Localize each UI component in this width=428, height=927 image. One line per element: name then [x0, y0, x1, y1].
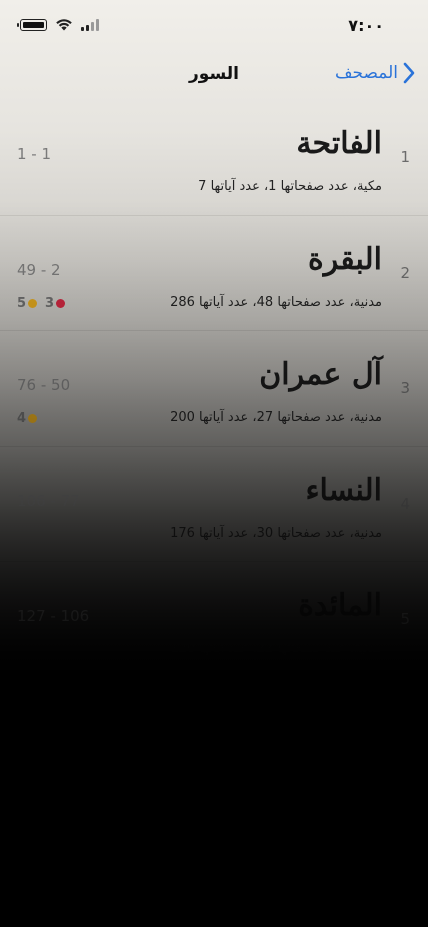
surah-name: الفاتحة — [296, 126, 383, 161]
surah-number: 4 — [400, 494, 410, 513]
surah-description: مدنية، عدد صفحاتها 27، عدد آياتها 200 — [170, 410, 382, 425]
chevron-right-icon — [403, 62, 415, 84]
signal-icon — [81, 18, 99, 31]
surah-page-range: 1 - 1 — [17, 145, 52, 163]
bookmark-badge[interactable]: 5 — [17, 295, 38, 311]
bookmark-count: 3 — [45, 295, 55, 311]
surah-page-range: 76 - 50 — [17, 376, 71, 394]
gold-dot-icon — [28, 414, 38, 423]
surah-number: 1 — [400, 148, 410, 166]
red-dot-icon — [56, 298, 66, 308]
surah-description: مدنية، عدد صفحاتها 30، عدد آياتها 176 — [170, 525, 382, 541]
surah-name: البقرة — [308, 241, 383, 277]
status-time: ٧:٠٠ — [348, 16, 384, 35]
nav-bar: السور المصحف — [0, 58, 428, 94]
status-icons — [17, 18, 99, 31]
back-button[interactable]: المصحف — [335, 62, 416, 84]
surah-page-range: 49 - 2 — [17, 260, 61, 279]
status-bar: ٧:٠٠ — [0, 14, 428, 40]
bookmark-badge[interactable]: 4 — [17, 411, 38, 426]
surah-row[interactable]: 3 آل عمران مدنية، عدد صفحاتها 27، عدد آي… — [0, 331, 428, 447]
surah-number: 3 — [400, 379, 410, 397]
surah-row[interactable]: 1 الفاتحة مكية، عدد صفحاتها 1، عدد آياته… — [0, 100, 428, 216]
bookmark-count: 4 — [17, 411, 27, 426]
surah-name: المائدة — [298, 588, 383, 623]
surah-description: مدنية، عدد صفحاتها 48، عدد آياتها 286 — [170, 294, 382, 310]
screen: ٧:٠٠ السور المصحف 1 الفاتحة مكية، عدد صف… — [0, 0, 428, 927]
surah-row[interactable]: 4 النساء مدنية، عدد صفحاتها 30، عدد آيات… — [0, 447, 428, 562]
bookmark-count: 5 — [17, 295, 27, 311]
surah-name: النساء — [305, 472, 383, 508]
gold-dot-icon — [28, 298, 38, 308]
surah-row[interactable]: 2 البقرة مدنية، عدد صفحاتها 48، عدد آيات… — [0, 216, 428, 331]
back-button-label: المصحف — [334, 63, 398, 83]
surah-number: 2 — [400, 263, 410, 282]
bookmark-badges: 5 3 — [17, 295, 66, 311]
surah-row[interactable]: 5 المائدة مدنية، عدد صفحاتها 22، عدد آيا… — [0, 562, 428, 678]
surah-name: آل عمران — [259, 357, 383, 392]
surah-page-range: 106 - 77 — [17, 491, 80, 510]
wifi-icon — [56, 19, 72, 31]
surah-page-range: 127 - 106 — [17, 607, 90, 625]
battery-icon — [17, 18, 47, 31]
surah-description: مكية، عدد صفحاتها 1، عدد آياتها 7 — [198, 179, 382, 194]
surah-list: 1 الفاتحة مكية، عدد صفحاتها 1، عدد آياته… — [0, 100, 428, 678]
surah-number: 5 — [400, 610, 410, 628]
bookmark-badge[interactable]: 3 — [45, 295, 66, 311]
surah-description: مدنية، عدد صفحاتها 22، عدد آياتها 120 — [170, 641, 382, 656]
bookmark-badges: 4 — [17, 411, 38, 426]
